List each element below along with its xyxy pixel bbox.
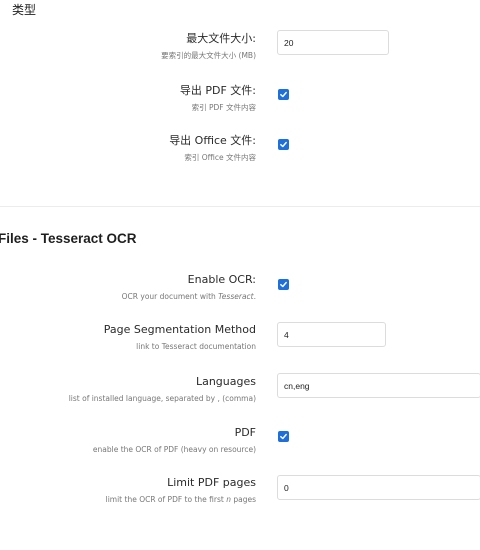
enable-ocr-checkbox[interactable] [278,279,289,290]
export-pdf-checkbox[interactable] [278,89,289,100]
checkmark-icon [280,91,287,98]
languages-label: Languages [195,375,256,388]
ocr-section-title: Files - Tesseract OCR [0,231,137,246]
enable-ocr-help-em: Tesseract [218,292,254,301]
checkmark-icon [280,281,287,288]
pdf-help: enable the OCR of PDF (heavy on resource… [92,445,256,454]
languages-label-group: Languages list of installed language, se… [69,375,256,404]
export-pdf-label: 导出 PDF 文件: [179,84,256,97]
section-divider [0,206,480,207]
limit-pdf-help-prefix: limit the OCR of PDF to the first [105,495,227,504]
export-office-checkbox[interactable] [278,139,289,150]
checkmark-icon [280,433,287,440]
page-seg-label-group: Page Segmentation Method link to Tessera… [104,323,256,352]
page-seg-label: Page Segmentation Method [103,323,256,336]
page-seg-input[interactable] [277,322,386,347]
export-office-help: 索引 Office 文件内容 [184,153,256,162]
export-office-label-group: 导出 Office 文件: 索引 Office 文件内容 [169,134,256,163]
max-file-size-help: 要索引的最大文件大小 (MB) [161,51,256,60]
languages-input[interactable] [277,373,480,398]
max-file-size-label: 最大文件大小: [186,32,256,45]
enable-ocr-help-suffix: . [253,292,256,301]
enable-ocr-help: OCR your document with Tesseract. [122,291,256,302]
limit-pdf-label: Limit PDF pages [167,476,256,489]
languages-help: list of installed language, separated by… [68,394,256,403]
limit-pdf-pages-input[interactable] [277,475,480,500]
enable-ocr-label-group: Enable OCR: OCR your document with Tesse… [122,273,256,302]
type-label: 类型 [12,3,37,17]
max-file-size-label-group: 最大文件大小: 要索引的最大文件大小 (MB) [161,32,256,61]
pdf-ocr-checkbox[interactable] [278,431,289,442]
limit-pdf-help-suffix: pages [230,495,256,504]
limit-pdf-help: limit the OCR of PDF to the first n page… [106,494,256,505]
export-office-label: 导出 Office 文件: [169,134,256,147]
max-file-size-input[interactable] [277,30,389,55]
enable-ocr-help-prefix: OCR your document with [121,292,219,301]
page-seg-help: link to Tesseract documentation [136,342,256,351]
pdf-label: PDF [234,426,256,439]
limit-pdf-label-group: Limit PDF pages limit the OCR of PDF to … [106,476,256,505]
enable-ocr-label: Enable OCR: [187,273,256,286]
export-pdf-label-group: 导出 PDF 文件: 索引 PDF 文件内容 [180,84,256,113]
checkmark-icon [280,141,287,148]
pdf-label-group: PDF enable the OCR of PDF (heavy on reso… [93,426,256,455]
export-pdf-help: 索引 PDF 文件内容 [191,103,256,112]
